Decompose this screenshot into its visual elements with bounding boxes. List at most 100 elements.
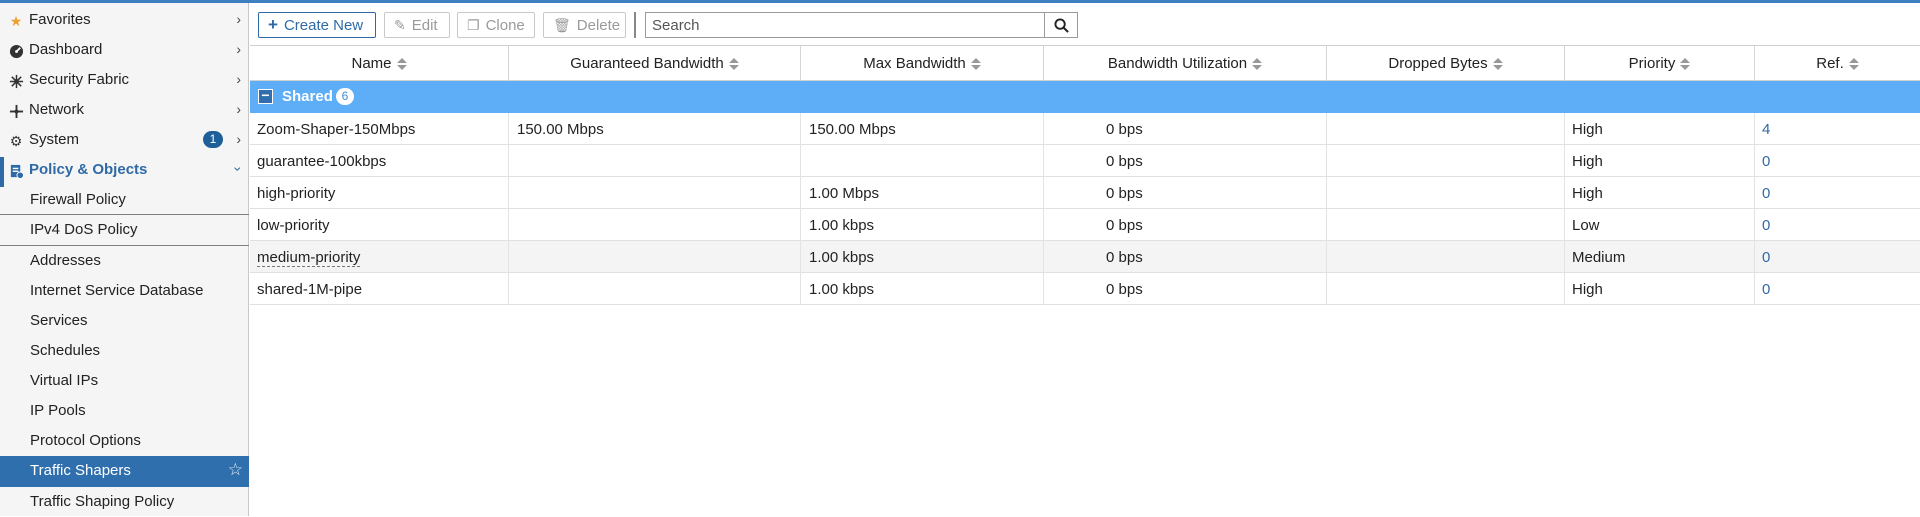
sidebar-item-label: System	[29, 131, 80, 148]
column-header-guaranteed-bandwidth[interactable]: Guaranteed Bandwidth	[509, 46, 801, 81]
sidebar-item-system[interactable]: ⚙ System 1 ›	[0, 125, 249, 155]
column-header-max-bandwidth[interactable]: Max Bandwidth	[801, 46, 1044, 81]
sidebar-item-schedules[interactable]: Schedules	[0, 336, 249, 366]
sidebar-item-label: Schedules	[30, 342, 101, 359]
sidebar-item-label: Policy & Objects	[29, 161, 148, 178]
sort-icon	[1848, 57, 1859, 71]
collapse-icon[interactable]: −	[258, 88, 273, 104]
toolbar: + Create New ✎ Edit ❐ Clone 🗑 Delete	[250, 3, 1920, 45]
trash-icon: 🗑	[553, 16, 571, 33]
sidebar-item-protocol-options[interactable]: Protocol Options	[0, 426, 249, 456]
cell-ref-link[interactable]: 0	[1762, 185, 1770, 202]
table-row[interactable]: shared-1M-pipe 1.00 kbps 0 bps High 0	[250, 273, 1920, 305]
cell-max: 1.00 kbps	[809, 249, 875, 266]
sort-icon	[1252, 57, 1263, 71]
dashboard-icon	[8, 43, 24, 59]
sidebar-item-network[interactable]: Network ›	[0, 95, 249, 125]
sidebar-item-label: Security Fabric	[29, 71, 130, 88]
sidebar-item-label: Traffic Shaping Policy	[30, 493, 175, 510]
sidebar-item-policy-objects[interactable]: Policy & Objects ›	[0, 155, 249, 185]
cell-max: 1.00 Mbps	[809, 185, 880, 202]
chevron-right-icon: ›	[236, 71, 241, 87]
table-row[interactable]: medium-priority 1.00 kbps 0 bps Medium 0	[250, 241, 1920, 273]
group-row-shared[interactable]: − Shared 6	[250, 81, 1920, 113]
sort-icon	[1492, 57, 1503, 71]
sidebar-item-label: Virtual IPs	[30, 372, 99, 389]
clone-button[interactable]: ❐ Clone	[457, 12, 535, 38]
favorite-star-icon[interactable]: ☆	[228, 460, 243, 480]
sidebar-item-traffic-shaping-policy[interactable]: Traffic Shaping Policy	[0, 487, 249, 517]
sidebar-item-traffic-shapers[interactable]: Traffic Shapers ☆	[0, 456, 249, 487]
create-new-label: Create New	[283, 16, 364, 34]
column-label: Max Bandwidth	[863, 55, 966, 72]
edit-button[interactable]: ✎ Edit	[384, 12, 450, 38]
sidebar-item-favorites[interactable]: ★ Favorites ›	[0, 5, 249, 35]
delete-button[interactable]: 🗑 Delete	[543, 12, 626, 38]
cell-utilization: 0 bps	[1106, 281, 1143, 298]
sidebar-nav: ★ Favorites › Dashboard › Security Fabri…	[0, 3, 249, 516]
cell-priority: Low	[1572, 217, 1600, 234]
sort-icon	[728, 57, 739, 71]
cell-utilization: 0 bps	[1106, 121, 1143, 138]
sidebar-item-label: Protocol Options	[30, 432, 141, 449]
sidebar-item-services[interactable]: Services	[0, 306, 249, 336]
fabric-icon	[8, 73, 24, 89]
table-row[interactable]: low-priority 1.00 kbps 0 bps Low 0	[250, 209, 1920, 241]
table-row[interactable]: guarantee-100kbps 0 bps High 0	[250, 145, 1920, 177]
create-new-button[interactable]: + Create New	[258, 12, 376, 38]
search-button[interactable]	[1044, 12, 1078, 38]
cell-ref-link[interactable]: 0	[1762, 153, 1770, 170]
cell-utilization: 0 bps	[1106, 185, 1143, 202]
cell-name: guarantee-100kbps	[257, 153, 387, 170]
star-icon: ★	[9, 12, 23, 29]
cell-max: 1.00 kbps	[809, 281, 875, 298]
column-header-ref[interactable]: Ref.	[1755, 46, 1920, 81]
plus-icon: +	[268, 15, 278, 34]
policy-icon	[8, 163, 24, 179]
chevron-right-icon: ›	[236, 101, 241, 117]
toolbar-divider	[634, 12, 636, 38]
table-header: Name Guaranteed Bandwidth Max Bandwidth …	[250, 45, 1920, 81]
cell-ref-link[interactable]: 4	[1762, 121, 1770, 138]
column-header-dropped-bytes[interactable]: Dropped Bytes	[1327, 46, 1565, 81]
group-count-badge: 6	[336, 88, 354, 105]
main-content: + Create New ✎ Edit ❐ Clone 🗑 Delete Nam…	[250, 3, 1920, 516]
chevron-down-icon: ›	[230, 166, 247, 172]
sidebar-item-ipv4-dos-policy[interactable]: IPv4 DoS Policy	[0, 215, 249, 245]
cell-name: shared-1M-pipe	[257, 281, 363, 298]
cell-priority: High	[1572, 281, 1603, 298]
column-header-name[interactable]: Name	[250, 46, 509, 81]
table-row[interactable]: Zoom-Shaper-150Mbps 150.00 Mbps 150.00 M…	[250, 113, 1920, 145]
cell-priority: High	[1572, 185, 1603, 202]
cell-utilization: 0 bps	[1106, 217, 1143, 234]
search-input[interactable]	[646, 13, 1026, 37]
sidebar-item-label: Firewall Policy	[30, 191, 126, 208]
column-label: Dropped Bytes	[1388, 55, 1488, 72]
sidebar-item-firewall-policy[interactable]: Firewall Policy	[0, 185, 249, 215]
cell-name: Zoom-Shaper-150Mbps	[257, 121, 416, 138]
column-header-bandwidth-utilization[interactable]: Bandwidth Utilization	[1044, 46, 1327, 81]
cell-guaranteed: 150.00 Mbps	[517, 121, 604, 138]
cell-ref-link[interactable]: 0	[1762, 281, 1770, 298]
sidebar-item-security-fabric[interactable]: Security Fabric ›	[0, 65, 249, 95]
network-icon	[8, 103, 24, 119]
sidebar-item-addresses[interactable]: Addresses	[0, 246, 249, 276]
gear-icon: ⚙	[9, 132, 23, 149]
chevron-right-icon: ›	[236, 11, 241, 27]
cell-priority: High	[1572, 153, 1603, 170]
column-header-priority[interactable]: Priority	[1565, 46, 1755, 81]
search-icon	[1053, 17, 1069, 33]
notification-badge: 1	[203, 131, 223, 148]
column-label: Ref.	[1816, 55, 1844, 72]
sidebar-item-virtual-ips[interactable]: Virtual IPs	[0, 366, 249, 396]
column-label: Name	[351, 55, 392, 72]
sort-icon	[970, 57, 981, 71]
column-label: Priority	[1628, 55, 1676, 72]
table-row[interactable]: high-priority 1.00 Mbps 0 bps High 0	[250, 177, 1920, 209]
cell-ref-link[interactable]: 0	[1762, 249, 1770, 266]
sidebar-item-ip-pools[interactable]: IP Pools	[0, 396, 249, 426]
sidebar-item-dashboard[interactable]: Dashboard ›	[0, 35, 249, 65]
sidebar-item-label: Traffic Shapers	[30, 462, 131, 479]
sidebar-item-internet-service-database[interactable]: Internet Service Database	[0, 276, 249, 306]
cell-ref-link[interactable]: 0	[1762, 217, 1770, 234]
